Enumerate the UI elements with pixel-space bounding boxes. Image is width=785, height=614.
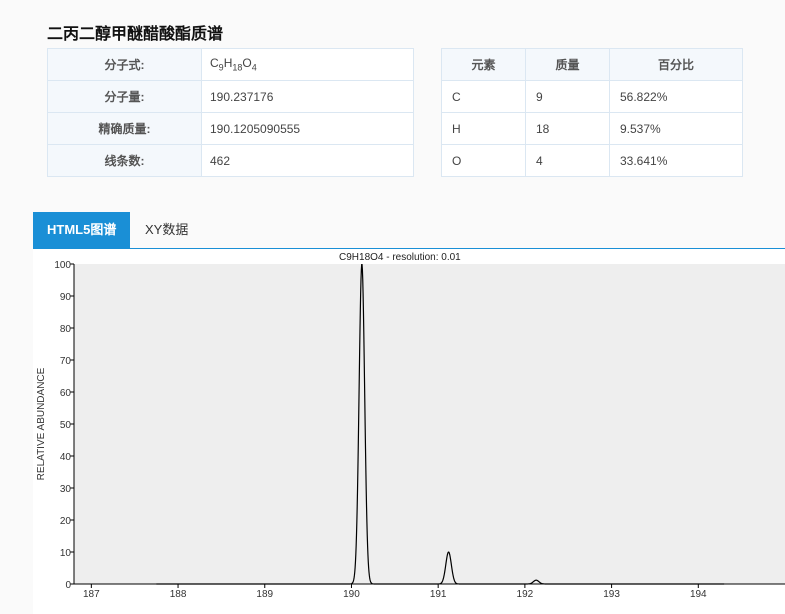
count-cell: 4 xyxy=(525,144,610,177)
y-tick-label: 40 xyxy=(60,452,72,463)
table-row: 精确质量: 190.1205090555 xyxy=(47,112,414,145)
property-label: 线条数: xyxy=(47,144,202,177)
x-tick-label: 191 xyxy=(430,589,447,600)
y-tick-label: 90 xyxy=(60,292,72,303)
table-row: O 4 33.641% xyxy=(441,144,743,177)
y-tick-label: 60 xyxy=(60,388,72,399)
x-tick-label: 192 xyxy=(517,589,534,600)
table-row: 分子量: 190.237176 xyxy=(47,80,414,113)
property-value: 190.237176 xyxy=(201,80,414,113)
molecular-properties-table: 分子式: C9H18O4 分子量: 190.237176 精确质量: 190.1… xyxy=(47,48,414,177)
property-label: 分子量: xyxy=(47,80,202,113)
table-row: H 18 9.537% xyxy=(441,112,743,145)
x-tick-label: 190 xyxy=(343,589,360,600)
mass-spectrum-chart[interactable]: 0 10 20 30 40 50 60 70 80 90 100 187 188 189 190 191 192… xyxy=(33,249,785,614)
x-tick-label: 187 xyxy=(83,589,100,600)
peak-point xyxy=(447,551,450,554)
table-row: 线条数: 462 xyxy=(47,144,414,177)
table-row: 分子式: C9H18O4 xyxy=(47,48,414,81)
y-tick-label: 70 xyxy=(60,356,72,367)
percent-cell: 33.641% xyxy=(609,144,743,177)
percent-cell: 56.822% xyxy=(609,80,743,113)
element-cell: O xyxy=(441,144,526,177)
x-tick-label: 189 xyxy=(256,589,273,600)
y-tick-label: 80 xyxy=(60,324,72,335)
element-cell: H xyxy=(441,112,526,145)
y-tick-label: 20 xyxy=(60,516,72,527)
property-value: 190.1205090555 xyxy=(201,112,414,145)
chart-title: C9H18O4 - resolution: 0.01 xyxy=(339,252,461,263)
element-cell: C xyxy=(441,80,526,113)
y-axis-label: RELATIVE ABUNDANCE xyxy=(36,367,47,480)
property-label: 分子式: xyxy=(47,48,202,81)
tab-xy-data[interactable]: XY数据 xyxy=(131,212,202,248)
property-label: 精确质量: xyxy=(47,112,202,145)
count-cell: 9 xyxy=(525,80,610,113)
y-tick-label: 10 xyxy=(60,548,72,559)
column-header: 百分比 xyxy=(609,48,743,81)
molecular-formula: C9H18O4 xyxy=(201,48,414,81)
column-header: 元素 xyxy=(441,48,526,81)
y-tick-label: 50 xyxy=(60,420,72,431)
tab-html5-spectrum[interactable]: HTML5图谱 xyxy=(33,212,131,248)
peak-point xyxy=(535,579,538,582)
table-header-row: 元素 质量 百分比 xyxy=(441,48,743,81)
percent-cell: 9.537% xyxy=(609,112,743,145)
y-tick-label: 30 xyxy=(60,484,72,495)
spectrum-chart-panel: 0 10 20 30 40 50 60 70 80 90 100 187 188 189 190 191 192… xyxy=(33,249,785,614)
page-title: 二丙二醇甲醚醋酸酯质谱 xyxy=(47,26,224,43)
x-tick-label: 188 xyxy=(170,589,187,600)
property-value: 462 xyxy=(201,144,414,177)
plot-area xyxy=(74,264,785,584)
table-row: C 9 56.822% xyxy=(441,80,743,113)
chart-tabs: HTML5图谱 XY数据 xyxy=(33,212,785,249)
y-tick-label: 0 xyxy=(65,580,71,591)
element-composition-table: 元素 质量 百分比 C 9 56.822% H 18 9.537% O 4 33… xyxy=(441,48,743,177)
y-tick-label: 100 xyxy=(54,260,71,271)
x-tick-label: 193 xyxy=(603,589,620,600)
column-header: 质量 xyxy=(525,48,610,81)
x-tick-label: 194 xyxy=(690,589,707,600)
peak-point xyxy=(360,263,363,266)
count-cell: 18 xyxy=(525,112,610,145)
